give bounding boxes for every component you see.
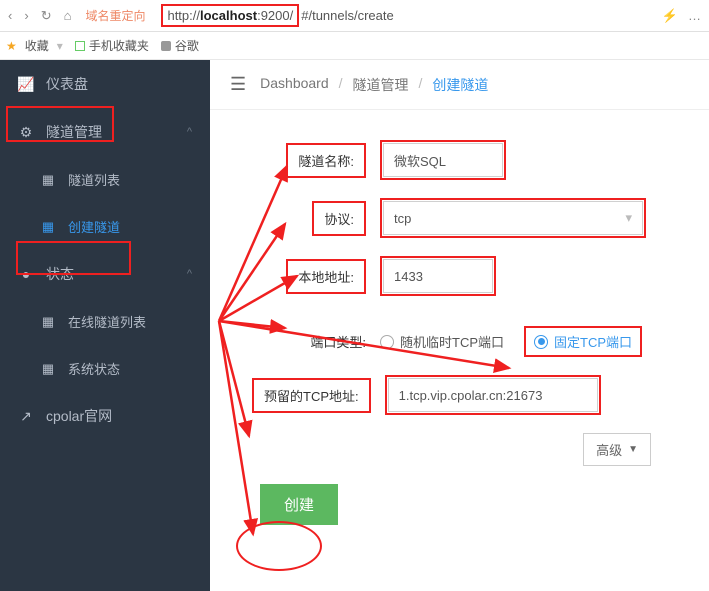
site-icon bbox=[161, 41, 171, 51]
grid-icon: ▦ bbox=[40, 314, 56, 330]
grid-icon: ▦ bbox=[40, 219, 56, 235]
chevron-down-icon: ▾ bbox=[625, 210, 632, 226]
row-port-type: 端口类型: 随机临时TCP端口 固定TCP端口 bbox=[220, 326, 679, 357]
select-protocol[interactable]: tcp▾ bbox=[383, 201, 643, 235]
status-icon: ● bbox=[18, 266, 34, 282]
input-reserved[interactable]: 1.tcp.vip.cpolar.cn:21673 bbox=[388, 378, 598, 412]
sidebar-label: 仪表盘 bbox=[46, 74, 88, 94]
url-text: http://localhost:9200/ bbox=[167, 8, 293, 23]
highlight-circle bbox=[236, 521, 322, 571]
grid-icon: ▦ bbox=[40, 172, 56, 188]
bookmark-fav[interactable]: ★收藏▾ bbox=[6, 37, 63, 54]
label-local-addr: 本地地址: bbox=[286, 259, 366, 294]
create-button[interactable]: 创建 bbox=[260, 484, 338, 525]
create-tunnel-form: 隧道名称: 微软SQL 协议: tcp▾ 本地地址: 1433 端口类型: 随机… bbox=[210, 110, 709, 555]
home-icon[interactable]: ⌂ bbox=[64, 8, 72, 24]
sidebar-label: 状态 bbox=[46, 264, 74, 284]
sidebar-item-create-tunnel[interactable]: ▦ 创建隧道 bbox=[0, 203, 210, 250]
sidebar-item-system-status[interactable]: ▦ 系统状态 bbox=[0, 345, 210, 392]
sidebar-label: cpolar官网 bbox=[46, 406, 112, 426]
main-content: ☰ Dashboard / 隧道管理 / 创建隧道 隧道名称: 微软SQL 协议… bbox=[210, 60, 709, 591]
back-icon[interactable]: ‹ bbox=[8, 8, 12, 24]
row-name: 隧道名称: 微软SQL bbox=[220, 140, 679, 180]
advanced-button[interactable]: 高级 ▼ bbox=[583, 433, 651, 466]
input-name[interactable]: 微软SQL bbox=[383, 143, 503, 177]
sidebar-label: 隧道管理 bbox=[46, 122, 102, 142]
row-local-addr: 本地地址: 1433 bbox=[220, 256, 679, 296]
nav-icon-group: ‹ › ↻ ⌂ bbox=[8, 8, 71, 24]
radio-icon bbox=[380, 335, 394, 349]
radio-fixed[interactable]: 固定TCP端口 bbox=[524, 326, 642, 357]
forward-icon[interactable]: › bbox=[24, 8, 28, 24]
star-icon: ★ bbox=[6, 39, 17, 53]
radio-icon bbox=[534, 335, 548, 349]
sidebar-item-tunnel-list[interactable]: ▦ 隧道列表 bbox=[0, 156, 210, 203]
chevron-up-icon: ^ bbox=[187, 126, 192, 138]
label-reserved: 预留的TCP地址: bbox=[252, 378, 371, 413]
row-protocol: 协议: tcp▾ bbox=[220, 198, 679, 238]
dashboard-icon: 📈 bbox=[18, 76, 34, 93]
browser-toolbar: ‹ › ↻ ⌂ 域名重定向 http://localhost:9200/ #/t… bbox=[0, 0, 709, 32]
address-bar[interactable]: http://localhost:9200/ #/tunnels/create bbox=[161, 4, 651, 27]
breadcrumb-bar: ☰ Dashboard / 隧道管理 / 创建隧道 bbox=[210, 60, 709, 110]
chevron-up-icon: ^ bbox=[187, 268, 192, 280]
bookmark-google[interactable]: 谷歌 bbox=[161, 37, 199, 54]
crumb-dashboard[interactable]: Dashboard bbox=[260, 75, 329, 95]
crumb-sep: / bbox=[339, 75, 343, 95]
redirect-label: 域名重定向 bbox=[85, 7, 145, 24]
breadcrumb: Dashboard / 隧道管理 / 创建隧道 bbox=[260, 75, 488, 95]
sidebar-label: 隧道列表 bbox=[68, 170, 120, 189]
url-path: #/tunnels/create bbox=[301, 8, 394, 23]
label-port-type: 端口类型: bbox=[220, 332, 380, 351]
toolbar-right: ⚡ … bbox=[662, 8, 701, 24]
sidebar-label: 创建隧道 bbox=[68, 217, 120, 236]
row-reserved: 预留的TCP地址: 1.tcp.vip.cpolar.cn:21673 bbox=[220, 375, 679, 415]
radio-random[interactable]: 随机临时TCP端口 bbox=[380, 332, 504, 351]
url-highlight: http://localhost:9200/ bbox=[161, 4, 299, 27]
sidebar-item-tunnel-mgmt[interactable]: ⚙ 隧道管理 ^ bbox=[0, 108, 210, 156]
sidebar-item-online-list[interactable]: ▦ 在线隧道列表 bbox=[0, 298, 210, 345]
sidebar-label: 系统状态 bbox=[68, 359, 120, 378]
label-name: 隧道名称: bbox=[286, 143, 366, 178]
grid-icon: ▦ bbox=[40, 361, 56, 377]
mobile-icon bbox=[75, 41, 85, 51]
chevron-down-icon: ▼ bbox=[628, 444, 638, 455]
label-protocol: 协议: bbox=[312, 201, 366, 236]
radio-group-port-type: 随机临时TCP端口 固定TCP端口 bbox=[380, 326, 642, 357]
menu-icon[interactable]: ☰ bbox=[230, 74, 246, 95]
reload-icon[interactable]: ↻ bbox=[41, 8, 52, 24]
crumb-create-tunnel[interactable]: 创建隧道 bbox=[432, 75, 488, 95]
sidebar-item-dashboard[interactable]: 📈 仪表盘 bbox=[0, 60, 210, 108]
bookmark-mobile[interactable]: 手机收藏夹 bbox=[75, 37, 149, 54]
crumb-tunnel-mgmt[interactable]: 隧道管理 bbox=[353, 75, 409, 95]
more-icon[interactable]: … bbox=[688, 8, 701, 24]
external-link-icon: ↗ bbox=[18, 408, 34, 425]
sidebar-item-cpolar-site[interactable]: ↗ cpolar官网 bbox=[0, 392, 210, 440]
sidebar-item-status[interactable]: ● 状态 ^ bbox=[0, 250, 210, 298]
sidebar-label: 在线隧道列表 bbox=[68, 312, 146, 331]
gear-icon: ⚙ bbox=[18, 124, 34, 141]
sidebar: 📈 仪表盘 ⚙ 隧道管理 ^ ▦ 隧道列表 ▦ 创建隧道 ● 状态 ^ ▦ 在线… bbox=[0, 60, 210, 591]
bookmark-bar: ★收藏▾ 手机收藏夹 谷歌 bbox=[0, 32, 709, 60]
input-local-addr[interactable]: 1433 bbox=[383, 259, 493, 293]
bolt-icon[interactable]: ⚡ bbox=[662, 8, 678, 24]
crumb-sep: / bbox=[419, 75, 423, 95]
